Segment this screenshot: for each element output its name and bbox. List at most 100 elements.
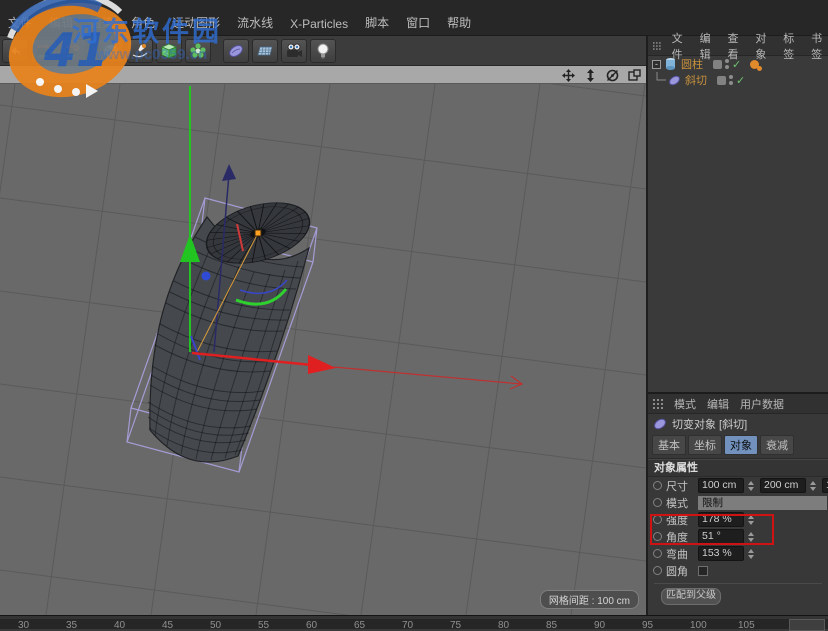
stepper[interactable] — [810, 480, 818, 492]
cylinder-object-icon — [664, 57, 677, 71]
tab-basic[interactable]: 基本 — [652, 435, 686, 455]
object-name[interactable]: 斜切 — [685, 72, 707, 88]
size-y-field[interactable]: 200 cm — [760, 478, 806, 493]
keyframe-dot[interactable] — [653, 481, 662, 490]
undo-icon[interactable] — [2, 39, 28, 63]
menu-item-window[interactable]: 窗口 — [406, 14, 430, 31]
spline-pen-icon[interactable] — [127, 39, 153, 63]
am-menu-edit[interactable]: 编辑 — [707, 396, 729, 412]
menu-item-pipeline[interactable]: 流水线 — [237, 14, 273, 31]
timeline-tick: 30 — [18, 620, 29, 631]
shear-deformer-icon — [653, 417, 667, 431]
z-axis-handle[interactable] — [202, 272, 211, 281]
stepper[interactable] — [748, 548, 756, 560]
tab-object[interactable]: 对象 — [724, 435, 758, 455]
menu-item-file[interactable]: 文件 — [8, 14, 32, 31]
fillet-label: 圆角 — [666, 563, 694, 579]
timeline-tick: 55 — [258, 620, 269, 631]
object-name[interactable]: 圆柱 — [681, 56, 703, 72]
size-label: 尺寸 — [666, 478, 694, 494]
timeline-tick: 45 — [162, 620, 173, 631]
stepper[interactable] — [748, 480, 756, 492]
fillet-checkbox[interactable] — [698, 566, 708, 576]
array-generator-icon[interactable] — [185, 39, 211, 63]
shear-deformer-icon — [668, 74, 681, 87]
menu-item-render[interactable]: 渲染 — [90, 14, 114, 31]
collapse-toggle[interactable]: - — [652, 60, 661, 69]
rotate-icon[interactable] — [605, 68, 619, 82]
size-z-field[interactable]: 100 cm — [822, 478, 828, 493]
visibility-dots[interactable] — [725, 59, 729, 69]
tree-connector — [654, 72, 668, 88]
match-to-parent-button[interactable]: 匹配到父级 — [661, 588, 721, 605]
pan-icon[interactable] — [561, 68, 575, 82]
bend-field[interactable]: 153 % — [698, 546, 744, 561]
keyframe-dot[interactable] — [653, 498, 662, 507]
bend-label: 弯曲 — [666, 546, 694, 562]
floor-icon[interactable] — [252, 39, 278, 63]
object-manager-menu: 文件 编辑 查看 对象 标签 书签 — [648, 36, 828, 56]
tree-row-shear[interactable]: 斜切 ✓ — [648, 72, 828, 88]
viewport[interactable]: 网格间距 : 100 cm — [0, 84, 646, 615]
menu-item-character[interactable]: 角色 — [131, 14, 155, 31]
layer-square[interactable] — [717, 76, 726, 85]
timeline-tick: 95 — [642, 620, 653, 631]
tab-falloff[interactable]: 衰减 — [760, 435, 794, 455]
viewport-canvas[interactable] — [0, 84, 646, 615]
deformer-icon[interactable] — [223, 39, 249, 63]
phong-tag-icon[interactable] — [750, 60, 759, 69]
mode-dropdown[interactable]: 限制 — [698, 496, 827, 510]
object-properties-header: 对象属性 — [648, 459, 828, 477]
layer-square[interactable] — [713, 60, 722, 69]
visibility-dots[interactable] — [729, 75, 733, 85]
keyframe-dot[interactable] — [653, 566, 662, 575]
timeline-end-field[interactable] — [789, 619, 825, 631]
subdivision-surface-icon[interactable] — [156, 39, 182, 63]
mode-row: 模式 限制 — [648, 494, 828, 511]
timeline-tick: 90 — [594, 620, 605, 631]
mode-label: 模式 — [666, 495, 694, 511]
main-toolbar — [0, 36, 646, 66]
light-icon[interactable] — [310, 39, 336, 63]
enabled-check-icon[interactable]: ✓ — [736, 74, 745, 87]
render-view-icon[interactable] — [31, 39, 57, 63]
timeline-tick: 40 — [114, 620, 125, 631]
tab-coordinates[interactable]: 坐标 — [688, 435, 722, 455]
menu-item-mograph[interactable]: 运动图形 — [172, 14, 220, 31]
origin-point[interactable] — [255, 230, 261, 236]
timeline-tick: 85 — [546, 620, 557, 631]
timeline-ruler[interactable]: 30 35 40 45 50 55 60 65 70 75 80 85 90 9… — [0, 615, 828, 629]
tree-row-cylinder[interactable]: - 圆柱 ✓ — [648, 56, 828, 72]
size-row: 尺寸 100 cm 200 cm 100 cm — [648, 477, 828, 494]
render-settings-icon[interactable] — [60, 39, 86, 63]
grid-spacing-badge: 网格间距 : 100 cm — [540, 590, 639, 609]
timeline-tick: 80 — [498, 620, 509, 631]
camera-icon[interactable] — [281, 39, 307, 63]
enabled-check-icon[interactable]: ✓ — [732, 58, 741, 71]
timeline-tick: 105 — [738, 620, 755, 631]
keyframe-dot[interactable] — [653, 549, 662, 558]
menu-item-help[interactable]: 帮助 — [447, 14, 471, 31]
am-menu-mode[interactable]: 模式 — [674, 396, 696, 412]
fillet-row: 圆角 — [648, 562, 828, 579]
panel-grip-icon[interactable] — [653, 399, 663, 409]
timeline-tick: 100 — [690, 620, 707, 631]
viewport-header — [0, 66, 646, 84]
timeline-tick: 65 — [354, 620, 365, 631]
size-x-field[interactable]: 100 cm — [698, 478, 744, 493]
panel-grip-icon[interactable] — [653, 41, 661, 51]
annotation-highlight-box — [650, 514, 774, 545]
cube-primitive-icon[interactable] — [98, 39, 124, 63]
menu-item-script[interactable]: 脚本 — [365, 14, 389, 31]
object-tree[interactable]: - 圆柱 ✓ 斜切 ✓ — [648, 56, 828, 392]
attribute-object-title: 切变对象 [斜切] — [672, 416, 747, 432]
bend-row: 弯曲 153 % — [648, 545, 828, 562]
dolly-icon[interactable] — [583, 68, 597, 82]
timeline-tick: 50 — [210, 620, 221, 631]
menu-item-edit[interactable]: 编辑 — [49, 14, 73, 31]
timeline-tick: 70 — [402, 620, 413, 631]
toggle-view-icon[interactable] — [627, 68, 641, 82]
am-menu-userdata[interactable]: 用户数据 — [740, 396, 784, 412]
menu-item-xparticles[interactable]: X-Particles — [290, 17, 348, 31]
timeline-tick: 75 — [450, 620, 461, 631]
